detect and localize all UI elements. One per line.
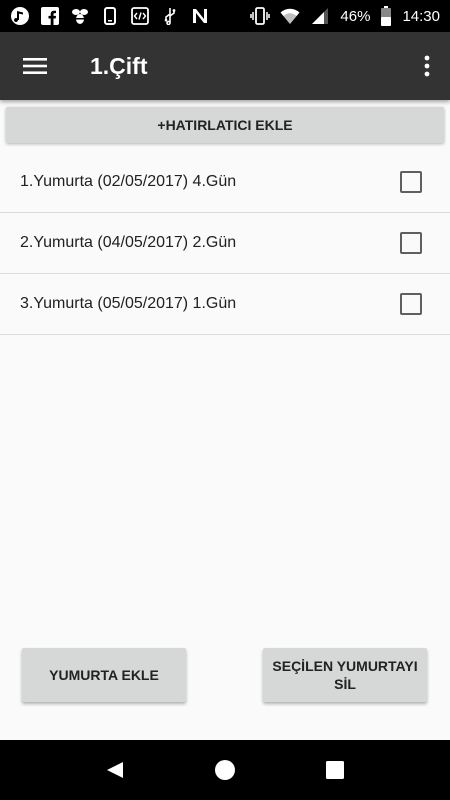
navigation-bar	[0, 740, 450, 800]
usb-icon	[160, 6, 180, 26]
list-item[interactable]: 2.Yumurta (04/05/2017) 2.Gün	[0, 213, 450, 274]
egg-label: 3.Yumurta (05/05/2017) 1.Gün	[20, 295, 237, 312]
clock: 14:30	[402, 7, 440, 25]
vibrate-icon	[250, 6, 271, 26]
battery-percent: 46%	[340, 7, 371, 25]
facebook-icon	[40, 6, 60, 26]
code-app-icon	[130, 6, 150, 26]
system-indicators: 46% 14:30	[250, 6, 440, 26]
egg-checkbox[interactable]	[400, 232, 422, 254]
add-egg-button[interactable]: YUMURTA EKLE	[22, 648, 186, 702]
phone-device-icon	[100, 6, 120, 26]
more-vert-icon[interactable]	[404, 32, 450, 100]
battery-icon	[380, 6, 392, 26]
bee-app-icon	[70, 6, 90, 26]
delete-selected-egg-button[interactable]: SEÇİLEN YUMURTAYI SİL	[263, 648, 427, 702]
signal-icon	[310, 6, 330, 26]
egg-checkbox[interactable]	[400, 293, 422, 315]
list-item[interactable]: 3.Yumurta (05/05/2017) 1.Gün	[0, 274, 450, 335]
wifi-icon	[280, 6, 300, 26]
egg-label: 2.Yumurta (04/05/2017) 2.Gün	[20, 234, 237, 251]
notification-icons	[10, 6, 210, 26]
list-item[interactable]: 1.Yumurta (02/05/2017) 4.Gün	[0, 152, 450, 213]
egg-label: 1.Yumurta (02/05/2017) 4.Gün	[20, 173, 237, 190]
hamburger-menu-icon[interactable]	[0, 32, 70, 100]
home-icon[interactable]	[205, 750, 245, 790]
egg-list: 1.Yumurta (02/05/2017) 4.Gün 2.Yumurta (…	[0, 152, 450, 335]
page-title: 1.Çift	[90, 52, 148, 79]
status-bar: 46% 14:30	[0, 0, 450, 32]
add-reminder-button[interactable]: +HATIRLATICI EKLE	[6, 107, 444, 143]
back-icon[interactable]	[95, 750, 135, 790]
n-app-icon	[190, 6, 210, 26]
recents-icon[interactable]	[315, 750, 355, 790]
egg-checkbox[interactable]	[400, 171, 422, 193]
app-bar: 1.Çift	[0, 32, 450, 100]
music-app-icon	[10, 6, 30, 26]
